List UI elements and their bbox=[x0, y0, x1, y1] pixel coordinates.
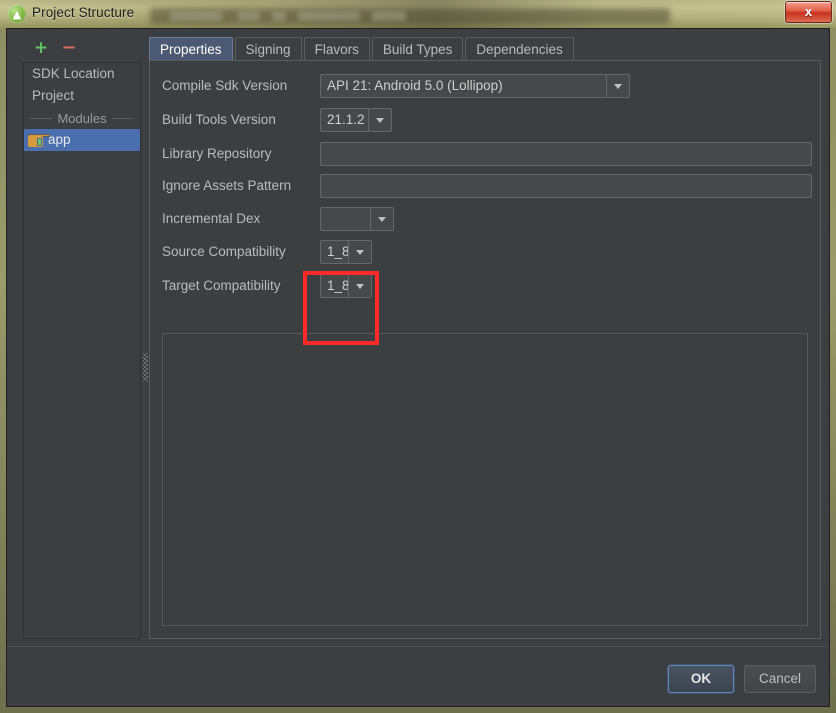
chevron-down-icon[interactable] bbox=[348, 240, 372, 264]
build-tools-version-value: 21.1.2 bbox=[320, 108, 368, 132]
sidebar: + − SDK Location Project Modules app bbox=[15, 35, 141, 639]
background-blur-strip bbox=[150, 8, 670, 24]
dialog-footer: OK Cancel bbox=[7, 646, 829, 706]
right-pane: Properties Signing Flavors Build Types D… bbox=[149, 35, 821, 639]
background-blur-text bbox=[170, 11, 222, 21]
sidebar-toolbar: + − bbox=[15, 35, 141, 61]
source-compatibility-value: 1_8 bbox=[320, 240, 348, 264]
tab-signing[interactable]: Signing bbox=[234, 37, 302, 61]
sidebar-item-app-label: app bbox=[48, 132, 71, 147]
title-bar: ▲ Project Structure x bbox=[0, 0, 836, 28]
chevron-down-icon[interactable] bbox=[370, 207, 394, 231]
dialog-body: + − SDK Location Project Modules app Pro… bbox=[6, 28, 830, 707]
separator-line-right bbox=[111, 117, 135, 119]
cancel-button[interactable]: Cancel bbox=[744, 665, 816, 693]
properties-panel: Compile Sdk Version API 21: Android 5.0 … bbox=[149, 60, 821, 639]
background-blur-text bbox=[272, 11, 286, 21]
tab-bar: Properties Signing Flavors Build Types D… bbox=[149, 35, 576, 61]
background-blur-text bbox=[298, 11, 360, 21]
label-library-repository: Library Repository bbox=[162, 146, 272, 161]
source-compatibility-combo[interactable]: 1_8 bbox=[320, 240, 372, 264]
ignore-assets-pattern-input[interactable] bbox=[320, 174, 812, 198]
chevron-down-icon[interactable] bbox=[348, 274, 372, 298]
sidebar-separator-label: Modules bbox=[57, 110, 107, 126]
row-ignore-assets-pattern: Ignore Assets Pattern bbox=[162, 173, 812, 199]
label-build-tools-version: Build Tools Version bbox=[162, 112, 276, 127]
label-incremental-dex: Incremental Dex bbox=[162, 211, 261, 226]
sidebar-item-sdk-location[interactable]: SDK Location bbox=[24, 63, 140, 85]
tab-dependencies[interactable]: Dependencies bbox=[465, 37, 574, 61]
close-button[interactable]: x bbox=[785, 1, 832, 23]
label-source-compatibility: Source Compatibility bbox=[162, 244, 286, 259]
add-module-button[interactable]: + bbox=[31, 38, 51, 58]
phone-overlay-icon bbox=[37, 137, 42, 146]
sidebar-item-app[interactable]: app bbox=[24, 129, 140, 151]
empty-detail-panel bbox=[162, 333, 808, 626]
target-compatibility-combo[interactable]: 1_8 bbox=[320, 274, 372, 298]
label-target-compatibility: Target Compatibility bbox=[162, 278, 281, 293]
library-repository-input[interactable] bbox=[320, 142, 812, 166]
remove-module-button[interactable]: − bbox=[59, 38, 79, 58]
incremental-dex-value bbox=[320, 207, 370, 231]
tab-build-types[interactable]: Build Types bbox=[371, 37, 464, 61]
sidebar-separator-modules: Modules bbox=[24, 107, 140, 129]
separator-line-left bbox=[30, 117, 53, 119]
tab-properties[interactable]: Properties bbox=[149, 37, 233, 61]
background-blur-text bbox=[372, 11, 406, 21]
build-tools-version-combo[interactable]: 21.1.2 bbox=[320, 108, 392, 132]
row-incremental-dex: Incremental Dex bbox=[162, 206, 808, 232]
row-build-tools-version: Build Tools Version 21.1.2 bbox=[162, 107, 808, 133]
module-folder-icon bbox=[28, 133, 50, 147]
incremental-dex-combo[interactable] bbox=[320, 207, 394, 231]
label-compile-sdk-version: Compile Sdk Version bbox=[162, 78, 288, 93]
window-title: Project Structure bbox=[32, 5, 135, 20]
label-ignore-assets-pattern: Ignore Assets Pattern bbox=[162, 178, 292, 193]
compile-sdk-version-value: API 21: Android 5.0 (Lollipop) bbox=[320, 74, 606, 98]
dialog-content: + − SDK Location Project Modules app Pro… bbox=[7, 29, 829, 645]
close-icon: x bbox=[804, 4, 813, 19]
tab-flavors[interactable]: Flavors bbox=[303, 37, 370, 61]
panel-splitter[interactable] bbox=[142, 35, 149, 639]
project-structure-window: ▲ Project Structure x + − SDK Location P… bbox=[0, 0, 836, 713]
row-target-compatibility: Target Compatibility 1_8 bbox=[162, 273, 808, 299]
target-compatibility-value: 1_8 bbox=[320, 274, 348, 298]
row-library-repository: Library Repository bbox=[162, 141, 812, 167]
ok-button[interactable]: OK bbox=[668, 665, 734, 693]
background-blur-text bbox=[238, 11, 260, 21]
sidebar-list: SDK Location Project Modules app bbox=[23, 62, 141, 639]
row-source-compatibility: Source Compatibility 1_8 bbox=[162, 239, 808, 265]
splitter-grip-icon bbox=[143, 353, 148, 381]
android-studio-icon: ▲ bbox=[8, 5, 26, 23]
row-compile-sdk-version: Compile Sdk Version API 21: Android 5.0 … bbox=[162, 73, 808, 99]
chevron-down-icon[interactable] bbox=[606, 74, 630, 98]
sidebar-item-project[interactable]: Project bbox=[24, 85, 140, 107]
chevron-down-icon[interactable] bbox=[368, 108, 392, 132]
android-glyph: ▲ bbox=[12, 7, 22, 21]
compile-sdk-version-combo[interactable]: API 21: Android 5.0 (Lollipop) bbox=[320, 74, 630, 98]
